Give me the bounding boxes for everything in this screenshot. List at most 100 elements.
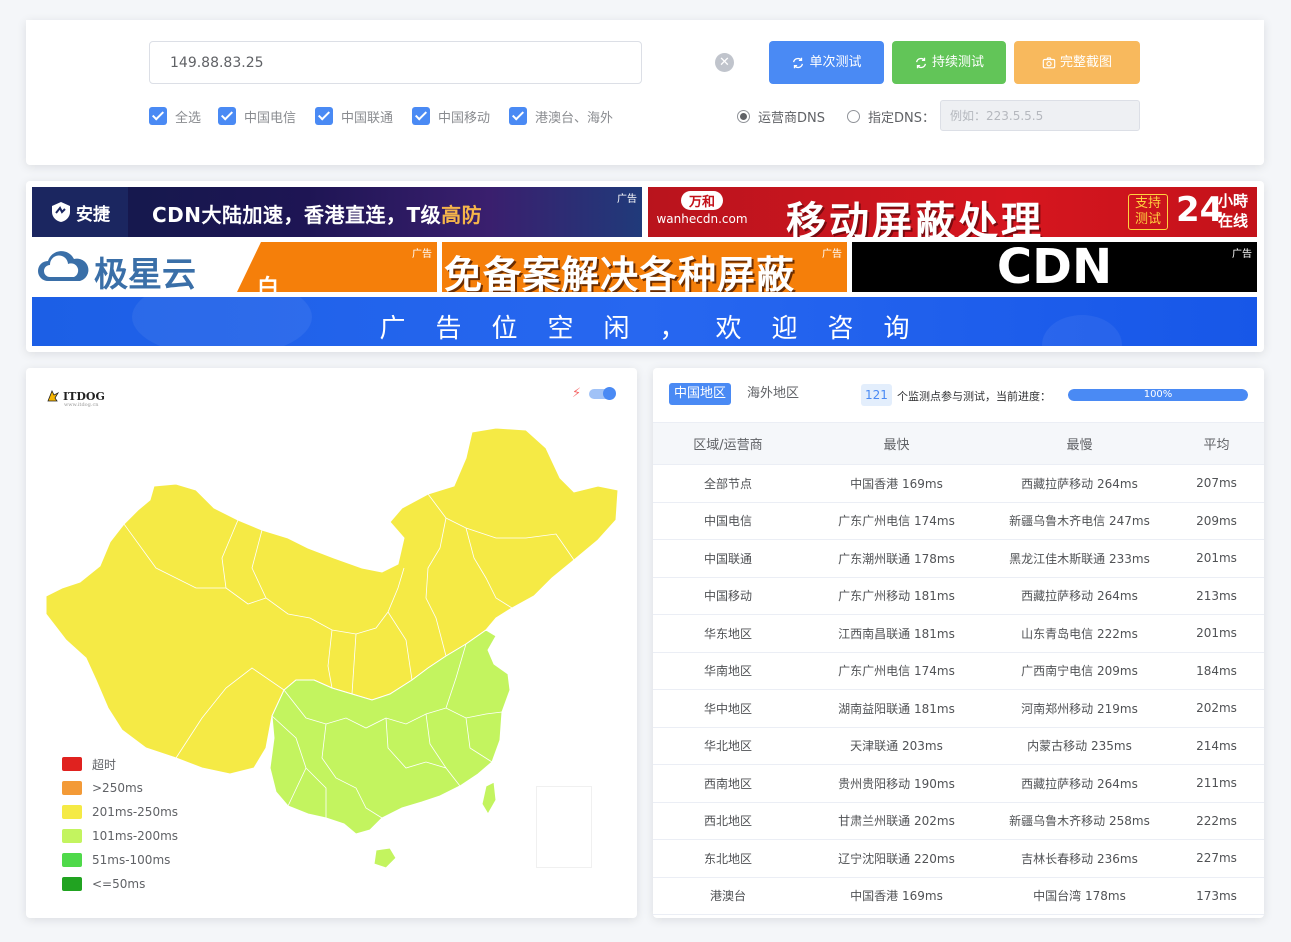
ad-support-badge: 支持测试 (1128, 194, 1168, 230)
checkbox-label: 全选 (175, 110, 202, 126)
table-row: 西南地区 贵州贵阳移动 190ms 西藏拉萨移动 264ms 211ms (653, 764, 1264, 803)
ad-hours-suffix-1: 小時 (1218, 192, 1249, 210)
checkbox-telecom[interactable]: 中国电信 (218, 107, 296, 126)
tab-overseas[interactable]: 海外地区 (742, 383, 804, 405)
ad-banner-anjie[interactable]: 安捷 CDN大陆加速，香港直连，T级高防 广告 (32, 187, 642, 237)
single-test-label: 单次测试 (809, 55, 862, 70)
ad-panel: 安捷 CDN大陆加速，香港直连，T级高防 广告 万和 wanhecdn.com … (26, 181, 1264, 352)
ad-hours-suffix-2: 在线 (1218, 212, 1249, 230)
cell-region: 西南地区 (653, 764, 803, 803)
cell-average: 207ms (1169, 464, 1264, 503)
tab-china[interactable]: 中国地区 (669, 383, 732, 405)
results-panel: 中国地区 海外地区 121 个监测点参与测试，当前进度： 100% 区域/运营商… (653, 368, 1264, 918)
cell-region: 港澳台 (653, 877, 803, 915)
lightning-icon: ⚡ (572, 386, 582, 401)
ad-tag: 广告 (412, 249, 432, 260)
cell-region: 中国联通 (653, 539, 803, 578)
cell-fastest: 广东广州电信 174ms (803, 502, 990, 540)
checkbox-unicom[interactable]: 中国联通 (315, 107, 393, 126)
cloud-logo-icon (38, 251, 89, 281)
cell-average: 201ms (1169, 614, 1264, 653)
cell-fastest: 中国香港 169ms (803, 877, 990, 915)
radio-custom-dns[interactable]: 指定DNS： (847, 107, 935, 126)
cell-average: 184ms (1169, 652, 1264, 690)
custom-dns-input[interactable] (940, 100, 1140, 131)
toggle-knob (603, 387, 616, 400)
ad-banner-jixing[interactable]: 极星云 白 广告 (32, 242, 437, 292)
ad-banner-wanhe[interactable]: 万和 wanhecdn.com 移动屏蔽处理 支持测试 24 小時在线 (648, 187, 1257, 237)
legend-swatch (62, 877, 82, 891)
cell-region: 中国移动 (653, 577, 803, 615)
radio-isp-dns[interactable]: 运营商DNS (737, 107, 825, 126)
cell-fastest: 广东广州电信 174ms (803, 652, 990, 690)
table-row: 中国电信 广东广州电信 174ms 新疆乌鲁木齐电信 247ms 209ms (653, 502, 1264, 540)
legend-item: 51ms-100ms (62, 848, 178, 872)
refresh-icon (915, 57, 927, 68)
legend-label: 201ms-250ms (92, 805, 179, 819)
ad-domain: wanhecdn.com (656, 212, 748, 226)
cell-average: 202ms (1169, 689, 1264, 728)
cell-fastest: 贵州贵阳移动 190ms (803, 764, 990, 803)
ad-banner-free[interactable]: 广告位空闲，欢迎咨询 (32, 297, 1257, 346)
cell-region: 华北地区 (653, 727, 803, 765)
progress-bar: 100% (1068, 389, 1248, 401)
screenshot-button[interactable]: 完整截图 (1014, 41, 1140, 84)
camera-icon (1042, 56, 1056, 68)
cell-average: 213ms (1169, 577, 1264, 615)
cell-region: 华东地区 (653, 614, 803, 653)
ip-input[interactable] (149, 41, 642, 84)
ad-logo: 安捷 (32, 187, 128, 237)
cell-region: 全部节点 (653, 464, 803, 503)
ad-banner-mianbei[interactable]: 免备案解决各种屏蔽 广告 (442, 242, 847, 292)
ad-tag: 广告 (822, 249, 842, 260)
ad-tag: 广告 (617, 194, 637, 205)
cell-fastest: 辽宁沈阳联通 220ms (803, 839, 990, 878)
table-row: 华北地区 天津联通 203ms 内蒙古移动 235ms 214ms (653, 727, 1264, 765)
header-fastest: 最快 (803, 422, 990, 465)
legend-item: 101ms-200ms (62, 824, 178, 848)
ad-hours: 24 (1176, 190, 1224, 230)
checkbox-mobile[interactable]: 中国移动 (412, 107, 490, 126)
cell-slowest: 新疆乌鲁木齐电信 247ms (990, 502, 1169, 540)
ad-brand: 极星云 (94, 255, 196, 292)
map-panel: ITDOG www.itdog.cn ⚡ 超时 >250ms 201ms-250… (26, 368, 637, 918)
legend-swatch (62, 853, 82, 867)
single-test-button[interactable]: 单次测试 (769, 41, 884, 84)
checkbox-overseas[interactable]: 港澳台、海外 (509, 107, 613, 126)
ad-text: 广告位空闲，欢迎咨询 (379, 314, 940, 344)
cell-slowest: 内蒙古移动 235ms (990, 727, 1169, 765)
ad-brand: 安捷 (76, 204, 110, 225)
ad-headline: 移动屏蔽处理 (786, 199, 1044, 237)
cell-region: 华南地区 (653, 652, 803, 690)
cell-slowest: 西藏拉萨移动 264ms (990, 464, 1169, 503)
cell-fastest: 湖南益阳联通 181ms (803, 689, 990, 728)
clear-icon[interactable]: ✕ (715, 53, 734, 72)
checkbox-select-all[interactable]: 全选 (149, 107, 202, 126)
radio-label: 运营商DNS (758, 110, 825, 126)
legend-label: >250ms (92, 781, 143, 795)
cell-average: 211ms (1169, 764, 1264, 803)
legend-item: 201ms-250ms (62, 800, 178, 824)
map-legend: 超时 >250ms 201ms-250ms 101ms-200ms 51ms-1… (62, 752, 178, 896)
ad-text-main: CDN大陆加速，香港直连，T级 (152, 203, 442, 227)
cell-average: 222ms (1169, 802, 1264, 840)
dog-logo-icon (47, 390, 60, 402)
progress-value: 100% (1143, 389, 1173, 400)
results-table: 区域/运营商 最快 最慢 平均 全部节点 中国香港 169ms 西藏拉萨移动 264… (653, 422, 1264, 915)
continuous-test-button[interactable]: 持续测试 (892, 41, 1006, 84)
cell-average: 209ms (1169, 502, 1264, 540)
legend-item: >250ms (62, 776, 178, 800)
checkbox-checked-icon (509, 107, 527, 125)
ad-banner-cdn[interactable]: CDN 广告 (852, 242, 1257, 292)
legend-swatch (62, 757, 82, 771)
logo-text: ITDOG (63, 389, 105, 403)
cell-average: 227ms (1169, 839, 1264, 878)
legend-label: 51ms-100ms (92, 853, 171, 867)
ad-headline: CDN (996, 242, 1113, 292)
legend-label: 超时 (92, 757, 117, 772)
south-china-sea-inset (536, 786, 592, 868)
table-row: 华南地区 广东广州电信 174ms 广西南宁电信 209ms 184ms (653, 652, 1264, 690)
ad-brand: 万和 (680, 191, 723, 210)
realtime-toggle[interactable] (589, 387, 616, 400)
cell-slowest: 新疆乌鲁木齐移动 258ms (990, 802, 1169, 840)
